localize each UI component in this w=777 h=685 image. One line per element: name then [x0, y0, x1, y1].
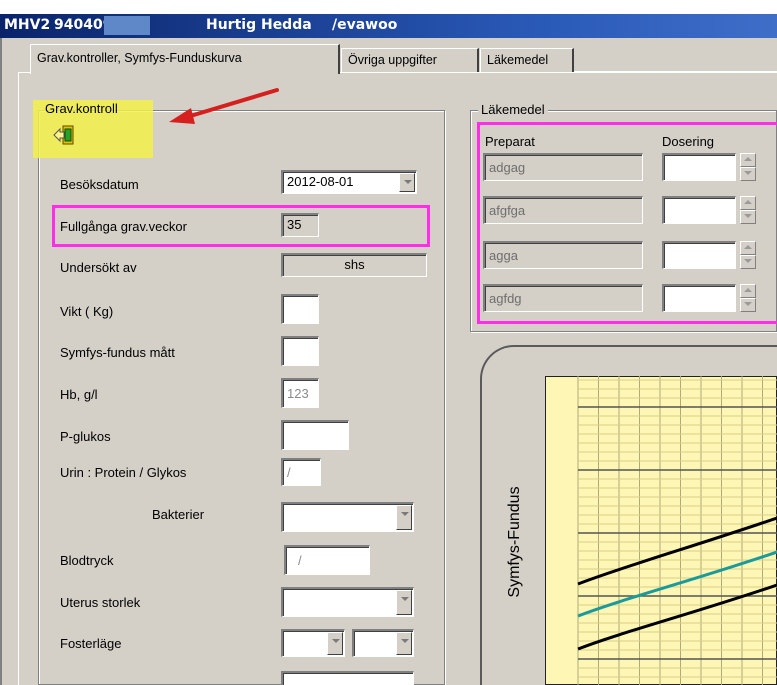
besoksdatum-value: 2012-08-01 — [287, 174, 354, 189]
urin-input[interactable]: / — [281, 458, 321, 486]
title-bar: MHV2 940409- Hurtig Hedda /evawoo — [0, 14, 777, 38]
symfys-fundus-chart — [545, 376, 777, 685]
preparat-field-1: adgag — [483, 153, 643, 181]
redacted-box — [104, 16, 150, 35]
annotation-arrow-icon — [169, 88, 279, 124]
preparat-field-2: afgfga — [483, 196, 643, 224]
chevron-down-icon[interactable] — [396, 505, 412, 530]
besoksdatum-label: Besöksdatum — [60, 177, 139, 192]
top-caption-cutoff — [0, 0, 777, 5]
fosterlage-select-2[interactable] — [352, 629, 414, 657]
chevron-down-icon[interactable] — [327, 632, 343, 655]
spin-down-icon[interactable] — [740, 255, 756, 269]
chart-ylabel-text: Symfys-Fundus — [506, 486, 523, 598]
chevron-down-icon[interactable] — [396, 590, 412, 615]
chart-ylabel: Symfys-Fundus — [495, 442, 535, 642]
exit-door-arrow-icon[interactable] — [52, 124, 76, 146]
spin-up-icon[interactable] — [740, 153, 756, 167]
fosterlage-select-1[interactable] — [281, 629, 345, 657]
dosering-input-3[interactable] — [662, 241, 736, 269]
dosering-input-1[interactable] — [662, 153, 736, 181]
hb-input[interactable]: 123 — [281, 378, 319, 408]
tab-ovriga-uppgifter[interactable]: Övriga uppgifter — [341, 48, 479, 72]
tab-lakemedel[interactable]: Läkemedel — [480, 48, 574, 72]
symfys-label: Symfys-fundus mått — [60, 345, 175, 360]
uterus-label: Uterus storlek — [60, 595, 141, 610]
next-row-select[interactable] — [281, 671, 414, 685]
dosering-spinner-4[interactable] — [740, 284, 756, 312]
fullganga-field: 35 — [281, 213, 319, 237]
symfys-input[interactable] — [281, 336, 319, 366]
p-glukos-label: P-glukos — [60, 429, 111, 444]
spin-down-icon[interactable] — [740, 167, 756, 181]
blodtryck-input[interactable]: / — [284, 545, 370, 575]
uterus-select[interactable] — [281, 587, 414, 617]
dosering-spinner-2[interactable] — [740, 196, 756, 224]
col-preparat-header: Preparat — [485, 134, 535, 149]
undersokt-av-label: Undersökt av — [60, 260, 137, 275]
besoksdatum-select[interactable]: 2012-08-01 — [281, 170, 417, 194]
blodtryck-label: Blodtryck — [60, 553, 114, 568]
chevron-down-icon[interactable] — [396, 632, 412, 655]
spin-up-icon[interactable] — [740, 196, 756, 210]
tab-label: Övriga uppgifter — [348, 53, 437, 67]
lakemedel-legend: Läkemedel — [478, 102, 548, 117]
bakterier-select[interactable] — [281, 502, 414, 532]
p-glukos-input[interactable] — [281, 420, 349, 450]
dosering-input-4[interactable] — [662, 284, 736, 312]
user-name: /evawoo — [332, 17, 398, 33]
spin-up-icon[interactable] — [740, 241, 756, 255]
dosering-input-2[interactable] — [662, 196, 736, 224]
tab-label: Läkemedel — [487, 53, 549, 67]
urin-label: Urin : Protein / Glykos — [60, 465, 187, 480]
vikt-label: Vikt ( Kg) — [60, 304, 114, 319]
tab-label: Grav.kontroller, Symfys-Funduskurva — [37, 51, 242, 65]
spin-up-icon[interactable] — [740, 284, 756, 298]
dosering-spinner-1[interactable] — [740, 153, 756, 181]
app-code: MHV2 — [4, 17, 51, 33]
chevron-down-icon[interactable] — [399, 173, 415, 192]
spin-down-icon[interactable] — [740, 210, 756, 224]
vikt-input[interactable] — [281, 294, 319, 324]
fosterlage-label: Fosterläge — [60, 636, 122, 651]
spin-down-icon[interactable] — [740, 298, 756, 312]
hb-label: Hb, g/l — [60, 387, 98, 402]
preparat-field-4: agfdg — [483, 284, 643, 312]
tab-grav-kontroller[interactable]: Grav.kontroller, Symfys-Funduskurva — [30, 44, 340, 74]
undersokt-av-field: shs — [281, 253, 427, 277]
col-dosering-header: Dosering — [662, 134, 715, 149]
bakterier-label: Bakterier — [152, 507, 205, 522]
fullganga-label: Fullgånga grav.veckor — [60, 219, 187, 234]
patient-name: Hurtig Hedda — [206, 17, 312, 33]
grav-kontroll-legend: Grav.kontroll — [45, 101, 118, 116]
preparat-field-3: agga — [483, 241, 643, 269]
dosering-spinner-3[interactable] — [740, 241, 756, 269]
